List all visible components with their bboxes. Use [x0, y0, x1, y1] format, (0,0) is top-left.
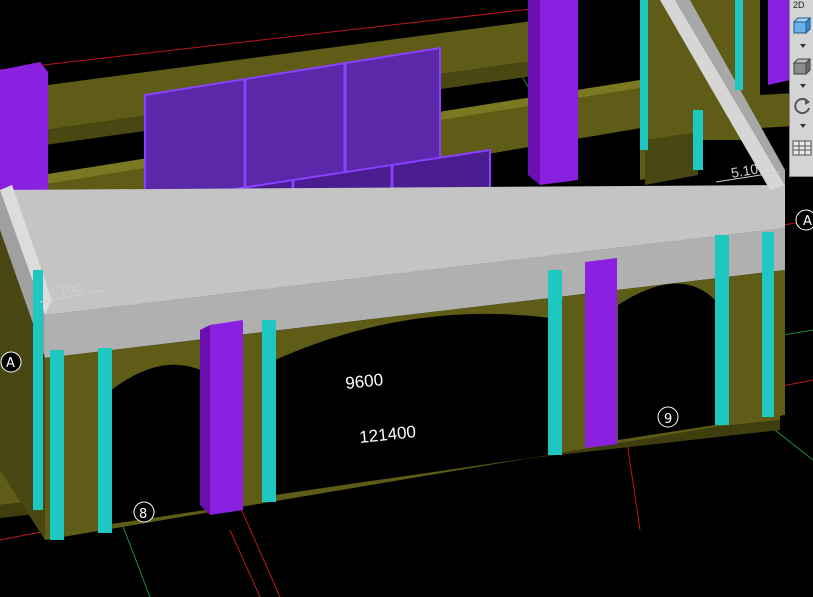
- axis-label-9: 9: [664, 412, 672, 427]
- 3d-box-view-button[interactable]: [792, 56, 812, 76]
- axis-label-a-right: A: [803, 214, 812, 229]
- layout-grid-icon: [792, 140, 812, 156]
- view-toolbar: 2D: [789, 0, 813, 177]
- front-view-cube-icon: [792, 16, 812, 35]
- layout-grid-button[interactable]: [792, 138, 812, 158]
- 3d-box-view-icon: [792, 57, 812, 76]
- orbit-rotate-icon: [794, 98, 810, 115]
- 3d-model-viewport[interactable]: 9600 121400 5.100 5.10 A A 8 9: [0, 0, 813, 597]
- axis-label-a-left: A: [6, 356, 15, 371]
- orbit-rotate-button[interactable]: [792, 96, 812, 116]
- axis-label-8: 8: [139, 507, 147, 522]
- dimension-span: 9600: [344, 370, 384, 393]
- front-view-cube-button[interactable]: [792, 16, 812, 36]
- toolbar-top-label: 2D: [793, 0, 805, 10]
